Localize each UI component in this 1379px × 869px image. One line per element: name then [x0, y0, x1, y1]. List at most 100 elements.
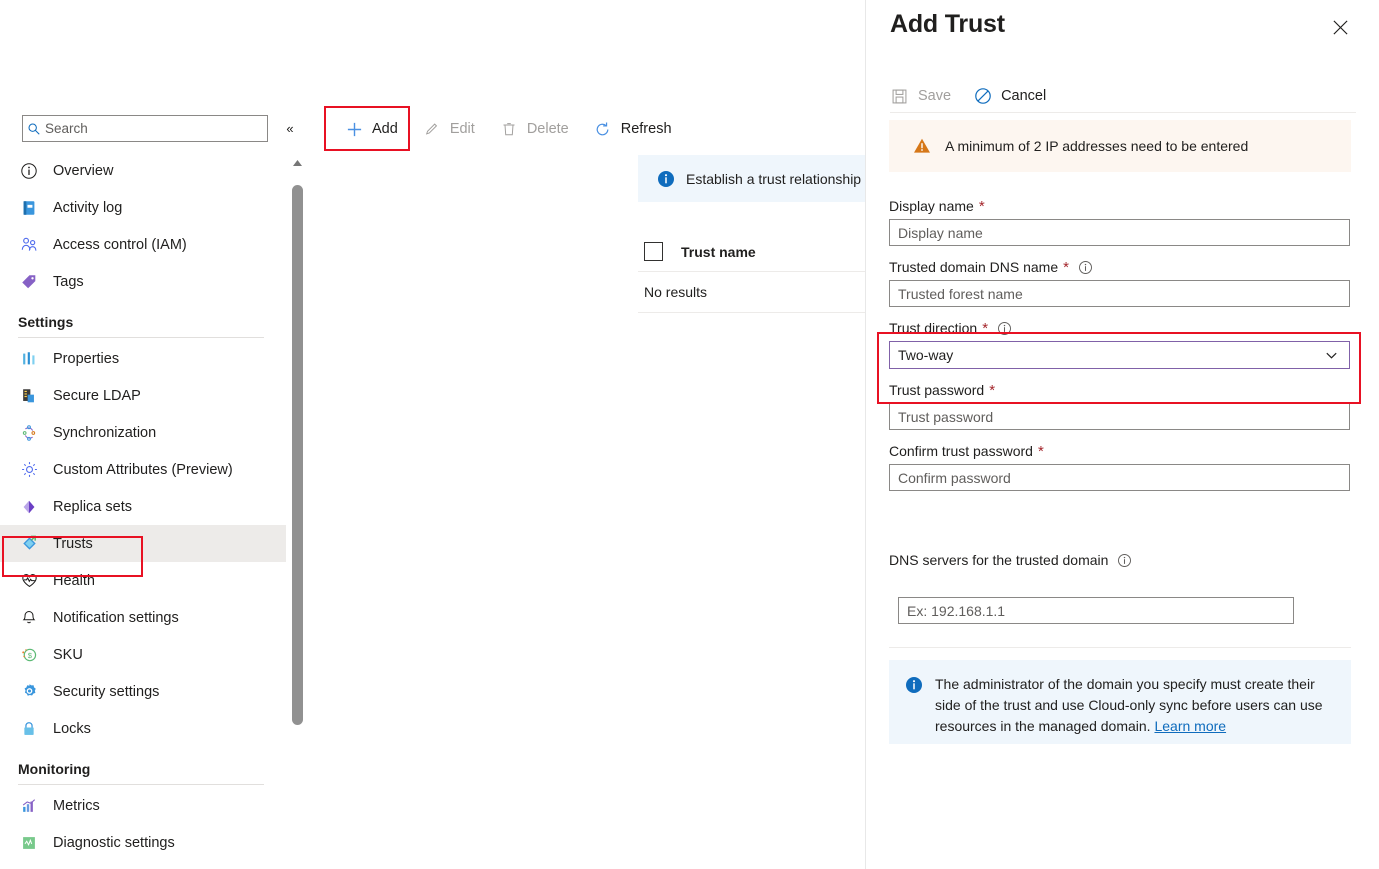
sidebar-item-secure-ldap[interactable]: Secure LDAP — [0, 377, 286, 414]
info-circle-icon[interactable] — [1117, 553, 1132, 568]
delete-button[interactable]: Delete — [487, 112, 581, 146]
nav-scrollbar[interactable] — [290, 155, 305, 730]
display-name-label: Display name — [889, 198, 974, 214]
activity-log-icon — [18, 198, 40, 218]
sidebar-item-synchronization[interactable]: Synchronization — [0, 414, 286, 451]
sidebar-item-diagnostic-settings[interactable]: Diagnostic settings — [0, 824, 286, 861]
note-text: The administrator of the domain you spec… — [935, 676, 1323, 734]
sidebar-item-tags[interactable]: Tags — [0, 263, 286, 300]
sidebar-item-label: Trusts — [53, 536, 93, 552]
plus-icon — [344, 119, 364, 139]
sidebar-item-metrics[interactable]: Metrics — [0, 787, 286, 824]
no-results-text: No results — [644, 284, 707, 300]
trust-direction-value: Two-way — [898, 347, 953, 363]
select-all-checkbox[interactable] — [644, 242, 663, 261]
trusts-main-content: Add Edit Delete Refresh — [306, 0, 865, 869]
sidebar-item-trusts[interactable]: Trusts — [0, 525, 286, 562]
cancel-button-label: Cancel — [1001, 88, 1046, 104]
sidebar-item-access-control[interactable]: Access control (IAM) — [0, 226, 286, 263]
field-trust-password: Trust password * — [889, 382, 1351, 430]
panel-toolbar: Save Cancel — [890, 80, 1356, 113]
security-gear-icon — [18, 682, 40, 702]
sidebar-item-label: Secure LDAP — [53, 388, 141, 404]
trust-password-input[interactable] — [889, 403, 1350, 430]
diagnostic-settings-icon — [18, 833, 40, 853]
cancel-button[interactable]: Cancel — [973, 87, 1046, 106]
server-icon — [18, 386, 40, 406]
add-button[interactable]: Add — [332, 112, 410, 146]
trash-icon — [499, 119, 519, 139]
required-asterisk: * — [1063, 260, 1069, 275]
edit-button[interactable]: Edit — [410, 112, 487, 146]
nav-scroll-thumb[interactable] — [292, 185, 303, 725]
sidebar-item-label: Overview — [53, 163, 113, 179]
field-trust-direction: Trust direction * Two-way — [889, 320, 1351, 369]
save-button-label: Save — [918, 88, 951, 104]
field-dns-servers: DNS servers for the trusted domain — [889, 552, 1351, 624]
info-circle-icon[interactable] — [1078, 260, 1093, 275]
validation-warning-banner: A minimum of 2 IP addresses need to be e… — [889, 120, 1351, 172]
field-trusted-domain-dns-name: Trusted domain DNS name * — [889, 259, 1351, 307]
nav-group-settings: Settings — [0, 300, 286, 340]
cancel-icon — [973, 87, 992, 106]
tag-icon — [18, 272, 40, 292]
sidebar-item-sku[interactable]: $ SKU — [0, 636, 286, 673]
sidebar-item-custom-attributes[interactable]: Custom Attributes (Preview) — [0, 451, 286, 488]
field-display-name: Display name * — [889, 198, 1351, 246]
display-name-input[interactable] — [889, 219, 1350, 246]
trust-direction-select[interactable]: Two-way — [889, 341, 1350, 369]
search-input[interactable] — [45, 116, 267, 141]
sidebar-item-overview[interactable]: Overview — [0, 152, 286, 189]
collapse-nav-button[interactable]: « — [281, 119, 299, 137]
note-text-wrapper: The administrator of the domain you spec… — [935, 674, 1335, 744]
info-icon — [657, 170, 675, 188]
sidebar-item-label: Access control (IAM) — [53, 237, 187, 253]
sidebar-item-locks[interactable]: Locks — [0, 710, 286, 747]
azure-portal-screen: « Overview Activity log Access control (… — [0, 0, 1379, 869]
trusted-domain-label: Trusted domain DNS name — [889, 259, 1058, 275]
save-button[interactable]: Save — [890, 87, 951, 106]
sidebar-item-properties[interactable]: Properties — [0, 340, 286, 377]
sidebar-item-label: Tags — [53, 274, 84, 290]
nav-group-monitoring: Monitoring — [0, 747, 286, 787]
scroll-up-icon[interactable] — [292, 155, 303, 165]
bell-icon — [18, 608, 40, 628]
info-icon — [905, 676, 923, 694]
field-label: DNS servers for the trusted domain — [889, 552, 1351, 568]
sidebar-item-label: Activity log — [53, 200, 122, 216]
warning-text: A minimum of 2 IP addresses need to be e… — [945, 138, 1248, 154]
page-title: Add Trust — [890, 10, 1005, 39]
sidebar-item-activity-log[interactable]: Activity log — [0, 189, 286, 226]
nav-group-divider — [18, 337, 264, 338]
field-label: Trusted domain DNS name * — [889, 259, 1351, 275]
nav-items-list: Overview Activity log Access control (IA… — [0, 152, 286, 861]
sidebar-item-label: Diagnostic settings — [53, 835, 175, 851]
trust-direction-label: Trust direction — [889, 320, 977, 336]
sidebar-item-security-settings[interactable]: Security settings — [0, 673, 286, 710]
refresh-button[interactable]: Refresh — [581, 112, 684, 146]
learn-more-link[interactable]: Learn more — [1154, 718, 1226, 734]
sidebar-item-label: SKU — [53, 647, 83, 663]
nav-group-title: Monitoring — [18, 761, 286, 777]
sidebar-item-label: Properties — [53, 351, 119, 367]
nav-search-box[interactable] — [22, 115, 268, 142]
sidebar-item-health[interactable]: Health — [0, 562, 286, 599]
close-icon[interactable] — [1327, 14, 1353, 40]
trusted-domain-dns-name-input[interactable] — [889, 280, 1350, 307]
trusts-icon — [18, 534, 40, 554]
nav-group-divider — [18, 784, 264, 785]
sidebar-item-replica-sets[interactable]: Replica sets — [0, 488, 286, 525]
search-icon — [23, 122, 45, 136]
replica-sets-icon — [18, 497, 40, 517]
sidebar-item-notification-settings[interactable]: Notification settings — [0, 599, 286, 636]
properties-icon — [18, 349, 40, 369]
admin-note-banner: The administrator of the domain you spec… — [889, 660, 1351, 744]
info-circle-icon[interactable] — [997, 321, 1012, 336]
metrics-chart-icon — [18, 796, 40, 816]
confirm-trust-password-input[interactable] — [889, 464, 1350, 491]
nav-group-title: Settings — [18, 314, 286, 330]
sidebar-item-label: Custom Attributes (Preview) — [53, 462, 233, 478]
dns-server-ip-input[interactable] — [898, 597, 1294, 624]
sidebar-item-label: Security settings — [53, 684, 159, 700]
sidebar-item-label: Health — [53, 573, 95, 589]
